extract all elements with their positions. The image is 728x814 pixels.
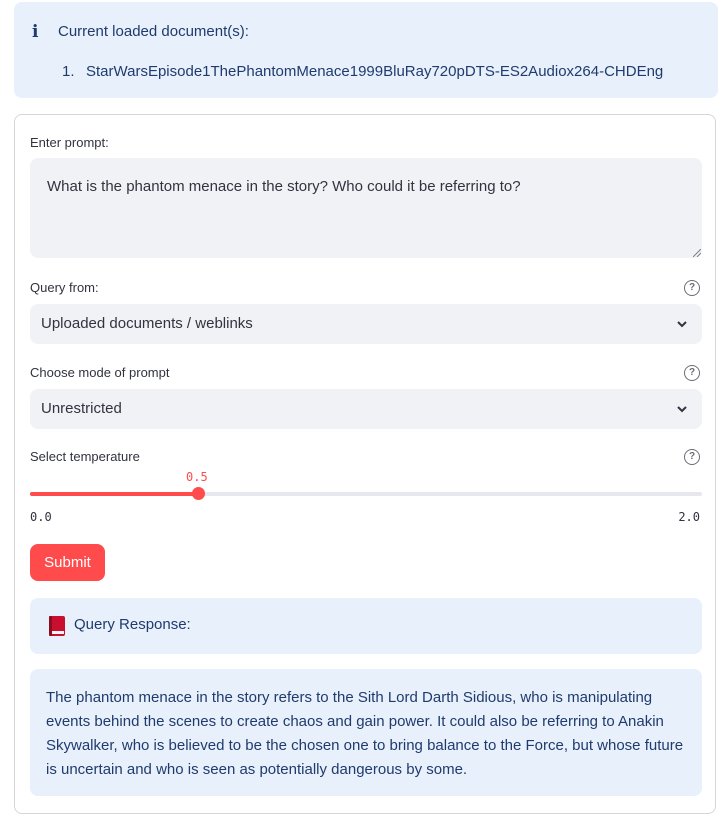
chevron-down-icon (677, 406, 687, 413)
query-from-help-icon[interactable]: ? (684, 280, 700, 296)
document-name: StarWarsEpisode1ThePhantomMenace1999BluR… (86, 63, 664, 80)
loaded-documents-info-box: i Current loaded document(s): 1. StarWars… (14, 2, 718, 98)
prompt-form: Enter prompt: What is the phantom menace… (14, 114, 716, 814)
info-title: Current loaded document(s): (58, 23, 249, 40)
temperature-label: Select temperature (30, 449, 140, 464)
query-from-label: Query from: (30, 280, 99, 295)
document-list: 1. StarWarsEpisode1ThePhantomMenace1999Bl… (62, 63, 663, 80)
mode-selected: Unrestricted (41, 400, 122, 417)
prompt-textarea[interactable]: What is the phantom menace in the story?… (30, 158, 702, 258)
temperature-slider-fill (30, 492, 198, 496)
temperature-min: 0.0 (30, 510, 52, 524)
query-from-selected: Uploaded documents / weblinks (41, 315, 253, 332)
query-response-title: Query Response: (74, 616, 191, 633)
prompt-label: Enter prompt: (30, 135, 109, 150)
query-response-header: Query Response: (30, 598, 702, 654)
red-book-icon (49, 616, 65, 636)
query-response-text: The phantom menace in the story refers t… (30, 669, 702, 796)
mode-label: Choose mode of prompt (30, 365, 170, 380)
temperature-slider[interactable] (30, 487, 702, 500)
temperature-max: 2.0 (678, 510, 700, 524)
query-from-select[interactable]: Uploaded documents / weblinks (30, 304, 702, 344)
resize-handle-icon[interactable] (693, 249, 701, 257)
chevron-down-icon (677, 321, 687, 328)
temperature-help-icon[interactable]: ? (684, 449, 700, 465)
mode-help-icon[interactable]: ? (684, 365, 700, 381)
document-number: 1. (62, 63, 75, 80)
submit-button[interactable]: Submit (30, 544, 105, 581)
temperature-value: 0.5 (186, 470, 208, 484)
info-icon: i (32, 22, 39, 42)
mode-select[interactable]: Unrestricted (30, 389, 702, 429)
temperature-slider-thumb[interactable] (192, 487, 205, 500)
